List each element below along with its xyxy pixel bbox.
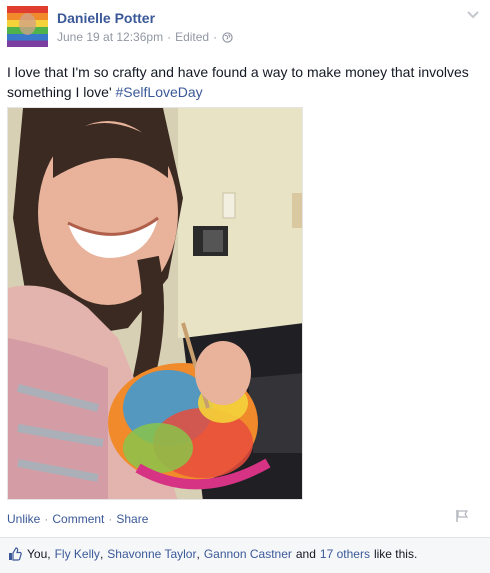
likes-comma-2: ,	[99, 547, 104, 561]
post-message: I love that I'm so crafty and have found…	[7, 62, 483, 102]
likes-comma-3: ,	[196, 547, 200, 561]
author-avatar[interactable]	[7, 6, 48, 47]
liker-link-1[interactable]: Fly Kelly	[55, 547, 100, 561]
post-card: Danielle Potter June 19 at 12:36pm · Edi…	[0, 0, 490, 573]
likes-summary: You , Fly Kelly , Shavonne Taylor , Gann…	[8, 547, 417, 561]
unlike-link[interactable]: Unlike	[7, 512, 40, 526]
share-link[interactable]: Share	[116, 512, 148, 526]
liker-link-3[interactable]: Gannon Castner	[204, 547, 292, 561]
comment-link[interactable]: Comment	[52, 512, 104, 526]
flag-icon[interactable]	[455, 509, 469, 523]
action-separator: ·	[44, 512, 49, 526]
post-timestamp[interactable]: June 19 at 12:36pm	[57, 30, 163, 44]
post-meta: June 19 at 12:36pm · Edited ·	[57, 30, 233, 44]
message-text: I love that I'm so crafty and have found…	[7, 64, 469, 100]
action-separator-2: ·	[108, 512, 113, 526]
photo-image	[8, 108, 302, 499]
meta-separator-2: ·	[213, 30, 218, 44]
post-actions: Unlike · Comment · Share	[7, 512, 148, 526]
meta-separator: ·	[167, 30, 172, 44]
likes-and: and	[295, 547, 316, 561]
edited-label[interactable]: Edited	[175, 30, 209, 44]
likes-summary-bar: You , Fly Kelly , Shavonne Taylor , Gann…	[0, 537, 490, 573]
thumbs-up-icon	[9, 547, 22, 561]
likes-comma-1: ,	[47, 547, 51, 561]
liker-link-2[interactable]: Shavonne Taylor	[107, 547, 196, 561]
globe-icon[interactable]	[222, 31, 233, 43]
author-name[interactable]: Danielle Potter	[57, 10, 155, 26]
hashtag-link[interactable]: #SelfLoveDay	[116, 84, 203, 100]
likes-others-link[interactable]: 17 others	[320, 547, 370, 561]
post-photo[interactable]	[7, 107, 303, 500]
avatar-face	[19, 13, 36, 35]
chevron-down-icon[interactable]	[466, 10, 480, 20]
likes-suffix: like this.	[373, 547, 418, 561]
likes-you: You	[27, 547, 48, 561]
